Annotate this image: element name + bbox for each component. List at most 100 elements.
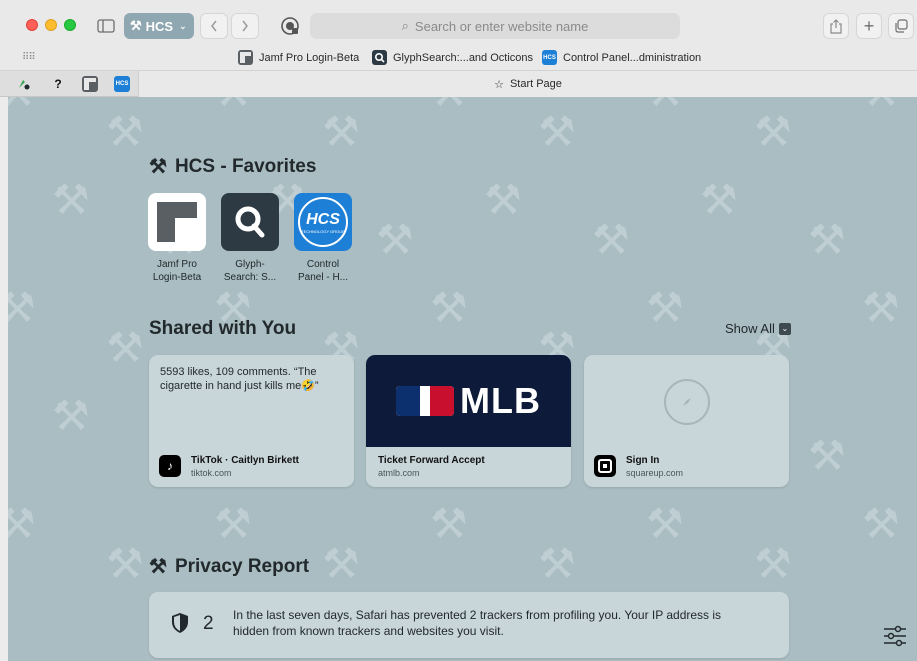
tab-overview-icon: [895, 19, 908, 33]
mlb-banner-text: MLB: [460, 380, 541, 421]
favorites-section-title: ⚒ HCS - Favorites: [149, 155, 317, 179]
hcs-icon: HCS TECHNOLOGY GROUP: [294, 193, 352, 251]
background-tools-icon: ⚒: [430, 500, 468, 547]
zoom-window-button[interactable]: [64, 19, 76, 31]
shared-card-square[interactable]: Sign In squareup.com: [584, 355, 789, 487]
favorite-label: Jamf Pro Login-Beta: [259, 51, 360, 64]
background-tools-icon: ⚒: [52, 392, 90, 439]
background-tools-icon: ⚒: [8, 97, 36, 116]
shared-card-domain: squareup.com: [626, 467, 684, 478]
chevron-down-icon: ⌄: [179, 20, 187, 31]
shared-card-footer: ♪ TikTok · Caitlyn Birkett tiktok.com: [149, 445, 354, 487]
background-tools-icon: ⚒: [484, 176, 522, 223]
pinned-tab-hcs[interactable]: HCS: [114, 76, 130, 92]
tools-icon: ⚒: [149, 156, 167, 178]
chevron-left-icon: [211, 20, 217, 32]
background-tools-icon: ⚒: [322, 108, 360, 155]
background-tools-icon: ⚒: [376, 216, 414, 263]
background-tools-icon: ⚒: [430, 284, 468, 331]
share-button[interactable]: [823, 13, 849, 39]
shared-card-title: Ticket Forward Accept: [378, 454, 485, 466]
address-placeholder: Search or enter website name: [414, 18, 589, 34]
start-page: ⚒⚒⚒⚒⚒⚒⚒⚒⚒⚒⚒⚒⚒⚒⚒⚒⚒⚒⚒⚒⚒⚒⚒⚒⚒⚒⚒⚒⚒⚒⚒⚒⚒⚒⚒⚒⚒⚒⚒⚒…: [8, 97, 917, 661]
privacy-report-button[interactable]: [277, 13, 303, 39]
favorite-glyphsearch[interactable]: GlyphSearch:...and Octicons: [372, 50, 533, 65]
tab-group-label: HCS: [145, 18, 174, 34]
tracker-count: 2: [203, 613, 214, 634]
chevron-down-icon: ⌄: [778, 322, 791, 335]
share-icon: [830, 18, 842, 34]
favorite-control-panel[interactable]: HCS Control Panel...dministration: [542, 50, 701, 65]
shared-card-mlb[interactable]: MLB Ticket Forward Accept atmlb.com: [366, 355, 571, 487]
tab-overview-button[interactable]: [888, 13, 914, 39]
plus-icon: +: [863, 15, 875, 36]
square-icon: [594, 455, 616, 477]
favorite-label: GlyphSearch:...and Octicons: [393, 51, 534, 64]
pinned-tab-question[interactable]: ?: [50, 76, 66, 92]
favorite-label: Control Panel...dministration: [563, 51, 702, 64]
favorite-tile-jamf[interactable]: Jamf Pro Login-Beta: [142, 193, 212, 284]
back-button[interactable]: [200, 13, 228, 39]
background-tools-icon: ⚒: [862, 500, 900, 547]
jamf-icon: [84, 78, 96, 90]
shared-card-text: 5593 likes, 109 comments. “The cigarette…: [160, 366, 319, 392]
background-tools-icon: ⚒: [808, 432, 846, 479]
mlb-logo-icon: [396, 386, 454, 416]
compass-icon: [664, 379, 710, 425]
background-tools-icon: ⚒: [646, 500, 684, 547]
close-window-button[interactable]: [26, 19, 38, 31]
privacy-report-card[interactable]: 2 In the last seven days, Safari has pre…: [149, 592, 789, 658]
address-bar[interactable]: ⌕ Search or enter website name: [310, 13, 680, 39]
favorite-jamf-pro[interactable]: Jamf Pro Login-Beta: [238, 50, 359, 65]
shared-card-title: Sign In: [626, 454, 660, 466]
privacy-shield-icon: [281, 17, 299, 35]
tools-icon: ⚒: [149, 556, 167, 578]
tile-label: Jamf Pro Login-Beta: [152, 259, 202, 283]
jamf-icon: [148, 193, 206, 251]
sidebar-icon: [97, 19, 115, 33]
tile-label: Control Panel - H...: [297, 259, 349, 283]
shared-card-footer: Ticket Forward Accept atmlb.com: [366, 445, 571, 487]
tab-bar: ? HCS ☆ Start Page: [0, 71, 917, 97]
background-tools-icon: ⚒: [8, 500, 36, 547]
chevron-right-icon: [242, 20, 248, 32]
tiktok-icon: ♪: [159, 455, 181, 477]
customize-start-page-button[interactable]: [883, 625, 907, 647]
background-tools-icon: ⚒: [214, 97, 252, 116]
pinned-tab-jamf[interactable]: [82, 76, 98, 92]
tab-group-selector[interactable]: ⚒ HCS ⌄: [124, 13, 194, 39]
background-tools-icon: ⚒: [646, 97, 684, 116]
forward-button[interactable]: [231, 13, 259, 39]
shared-card-domain: atmlb.com: [378, 467, 420, 478]
favorite-tile-glyphsearch[interactable]: Glyph- Search: S...: [215, 193, 285, 284]
sidebar-toggle-button[interactable]: [91, 13, 121, 39]
background-tools-icon: ⚒: [322, 540, 360, 587]
minimize-window-button[interactable]: [45, 19, 57, 31]
new-tab-button[interactable]: +: [856, 13, 882, 39]
background-tools-icon: ⚒: [754, 108, 792, 155]
grid-icon[interactable]: ⠿⠿: [22, 52, 36, 63]
favorite-tile-control-panel[interactable]: HCS TECHNOLOGY GROUP Control Panel - H..…: [288, 193, 358, 284]
background-tools-icon: ⚒: [538, 108, 576, 155]
tools-icon: ⚒: [130, 18, 142, 33]
background-tools-icon: ⚒: [646, 284, 684, 331]
glyphsearch-icon: [372, 50, 387, 65]
privacy-report-text: In the last seven days, Safari has preve…: [233, 608, 722, 638]
background-tools-icon: ⚒: [52, 176, 90, 223]
shared-card-title: TikTok · Caitlyn Birkett: [191, 454, 299, 466]
tile-label: Glyph- Search: S...: [223, 259, 277, 283]
shared-section-title: Shared with You: [149, 318, 297, 339]
sliders-icon: [884, 625, 906, 647]
pinned-tab-green[interactable]: [16, 76, 32, 92]
tab-label: Start Page: [509, 78, 562, 90]
shared-card-tiktok[interactable]: 5593 likes, 109 comments. “The cigarette…: [149, 355, 354, 487]
show-all-button[interactable]: Show All ⌄: [725, 321, 791, 336]
background-tools-icon: ⚒: [808, 216, 846, 263]
background-tools-icon: ⚒: [430, 97, 468, 116]
favorites-bar: ⠿⠿ Jamf Pro Login-Beta GlyphSearch:...an…: [0, 45, 917, 71]
green-leaf-icon: [19, 80, 30, 90]
background-tools-icon: ⚒: [754, 540, 792, 587]
question-icon: ?: [54, 77, 62, 91]
tab-start-page[interactable]: ☆ Start Page: [138, 71, 917, 97]
background-tools-icon: ⚒: [106, 540, 144, 587]
